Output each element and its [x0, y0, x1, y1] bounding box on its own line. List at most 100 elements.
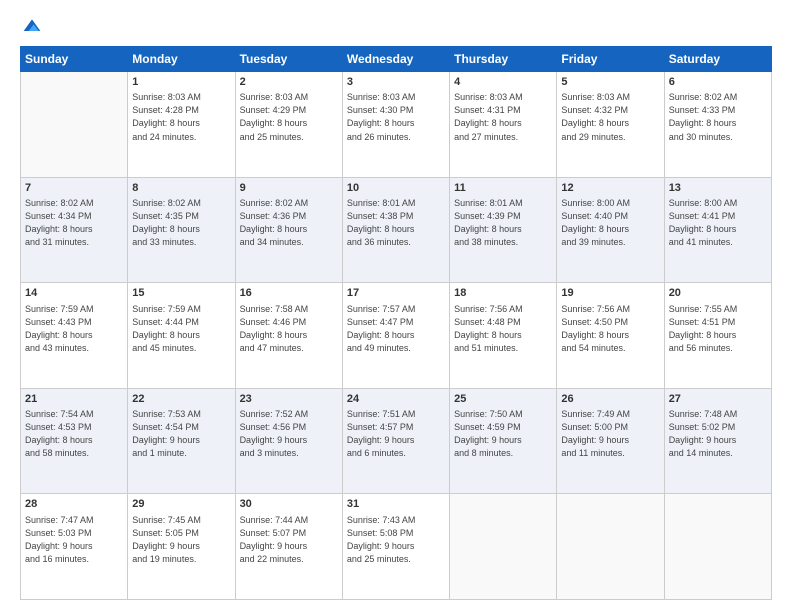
day-number: 24: [347, 392, 445, 407]
day-number: 16: [240, 286, 338, 301]
calendar-day-cell: 27Sunrise: 7:48 AM Sunset: 5:02 PM Dayli…: [664, 388, 771, 494]
calendar-day-cell: 28 Sunrise: 7:47 AM Sunset: 5:03 PM Dayli…: [21, 494, 128, 600]
calendar-day-cell: 20 Sunrise: 7:55 AM Sunset: 4:51 PM Dayli…: [664, 283, 771, 389]
calendar-day-cell: 6Sunrise: 8:02 AM Sunset: 4:33 PM Daylig…: [664, 72, 771, 178]
day-info: Sunrise: 8:02 AM Sunset: 4:34 PM Dayligh…: [25, 197, 123, 249]
day-number: 10: [347, 181, 445, 196]
page: SundayMondayTuesdayWednesdayThursdayFrid…: [0, 0, 792, 612]
calendar-day-cell: 3Sunrise: 8:03 AM Sunset: 4:30 PM Daylig…: [342, 72, 449, 178]
day-header-tuesday: Tuesday: [235, 47, 342, 72]
day-info: Sunrise: 7:48 AM Sunset: 5:02 PM Dayligh…: [669, 408, 767, 460]
calendar-day-cell: 12Sunrise: 8:00 AM Sunset: 4:40 PM Dayli…: [557, 177, 664, 283]
calendar-day-cell: 17 Sunrise: 7:57 AM Sunset: 4:47 PM Dayli…: [342, 283, 449, 389]
calendar-day-cell: 14 Sunrise: 7:59 AM Sunset: 4:43 PM Dayli…: [21, 283, 128, 389]
day-info: Sunrise: 7:44 AM Sunset: 5:07 PM Dayligh…: [240, 514, 338, 566]
day-number: 25: [454, 392, 552, 407]
day-info: Sunrise: 7:56 AM Sunset: 4:50 PM Dayligh…: [561, 303, 659, 355]
calendar-day-cell: 13Sunrise: 8:00 AM Sunset: 4:41 PM Dayli…: [664, 177, 771, 283]
logo: [20, 16, 42, 36]
day-number: 14: [25, 286, 123, 301]
calendar-day-cell: 7Sunrise: 8:02 AM Sunset: 4:34 PM Daylig…: [21, 177, 128, 283]
day-number: 12: [561, 181, 659, 196]
calendar-week-row: 28 Sunrise: 7:47 AM Sunset: 5:03 PM Dayli…: [21, 494, 772, 600]
day-number: 20: [669, 286, 767, 301]
calendar-day-cell: 2Sunrise: 8:03 AM Sunset: 4:29 PM Daylig…: [235, 72, 342, 178]
day-info: Sunrise: 7:47 AM Sunset: 5:03 PM Dayligh…: [25, 514, 123, 566]
day-info: Sunrise: 7:54 AM Sunset: 4:53 PM Dayligh…: [25, 408, 123, 460]
calendar-day-cell: 25Sunrise: 7:50 AM Sunset: 4:59 PM Dayli…: [450, 388, 557, 494]
calendar-day-cell: 1Sunrise: 8:03 AM Sunset: 4:28 PM Daylig…: [128, 72, 235, 178]
calendar-day-cell: 30 Sunrise: 7:44 AM Sunset: 5:07 PM Dayli…: [235, 494, 342, 600]
day-header-friday: Friday: [557, 47, 664, 72]
calendar-day-cell: 24Sunrise: 7:51 AM Sunset: 4:57 PM Dayli…: [342, 388, 449, 494]
day-number: 17: [347, 286, 445, 301]
calendar-week-row: 1Sunrise: 8:03 AM Sunset: 4:28 PM Daylig…: [21, 72, 772, 178]
day-info: Sunrise: 7:59 AM Sunset: 4:43 PM Dayligh…: [25, 303, 123, 355]
day-info: Sunrise: 7:50 AM Sunset: 4:59 PM Dayligh…: [454, 408, 552, 460]
calendar-day-cell: 4Sunrise: 8:03 AM Sunset: 4:31 PM Daylig…: [450, 72, 557, 178]
day-info: Sunrise: 7:51 AM Sunset: 4:57 PM Dayligh…: [347, 408, 445, 460]
day-info: Sunrise: 7:49 AM Sunset: 5:00 PM Dayligh…: [561, 408, 659, 460]
calendar-day-cell: 18Sunrise: 7:56 AM Sunset: 4:48 PM Dayli…: [450, 283, 557, 389]
day-info: Sunrise: 8:03 AM Sunset: 4:30 PM Dayligh…: [347, 91, 445, 143]
day-number: 15: [132, 286, 230, 301]
day-number: 1: [132, 75, 230, 90]
day-header-monday: Monday: [128, 47, 235, 72]
calendar-week-row: 7Sunrise: 8:02 AM Sunset: 4:34 PM Daylig…: [21, 177, 772, 283]
day-number: 28: [25, 497, 123, 512]
calendar-day-cell: 22Sunrise: 7:53 AM Sunset: 4:54 PM Dayli…: [128, 388, 235, 494]
calendar-day-cell: [21, 72, 128, 178]
day-number: 5: [561, 75, 659, 90]
day-info: Sunrise: 7:52 AM Sunset: 4:56 PM Dayligh…: [240, 408, 338, 460]
calendar-day-cell: 26Sunrise: 7:49 AM Sunset: 5:00 PM Dayli…: [557, 388, 664, 494]
day-info: Sunrise: 8:02 AM Sunset: 4:35 PM Dayligh…: [132, 197, 230, 249]
day-number: 4: [454, 75, 552, 90]
calendar-day-cell: 29 Sunrise: 7:45 AM Sunset: 5:05 PM Dayli…: [128, 494, 235, 600]
day-info: Sunrise: 7:53 AM Sunset: 4:54 PM Dayligh…: [132, 408, 230, 460]
day-info: Sunrise: 7:56 AM Sunset: 4:48 PM Dayligh…: [454, 303, 552, 355]
day-number: 27: [669, 392, 767, 407]
calendar-day-cell: 31 Sunrise: 7:43 AM Sunset: 5:08 PM Dayli…: [342, 494, 449, 600]
day-info: Sunrise: 8:02 AM Sunset: 4:36 PM Dayligh…: [240, 197, 338, 249]
day-number: 22: [132, 392, 230, 407]
day-number: 7: [25, 181, 123, 196]
calendar-header-row: SundayMondayTuesdayWednesdayThursdayFrid…: [21, 47, 772, 72]
day-number: 11: [454, 181, 552, 196]
logo-icon: [22, 16, 42, 36]
calendar-week-row: 14 Sunrise: 7:59 AM Sunset: 4:43 PM Dayli…: [21, 283, 772, 389]
day-info: Sunrise: 8:03 AM Sunset: 4:29 PM Dayligh…: [240, 91, 338, 143]
day-number: 29: [132, 497, 230, 512]
day-info: Sunrise: 8:01 AM Sunset: 4:39 PM Dayligh…: [454, 197, 552, 249]
day-number: 3: [347, 75, 445, 90]
day-info: Sunrise: 7:43 AM Sunset: 5:08 PM Dayligh…: [347, 514, 445, 566]
day-number: 9: [240, 181, 338, 196]
calendar-day-cell: 16 Sunrise: 7:58 AM Sunset: 4:46 PM Dayli…: [235, 283, 342, 389]
day-info: Sunrise: 7:55 AM Sunset: 4:51 PM Dayligh…: [669, 303, 767, 355]
day-info: Sunrise: 8:02 AM Sunset: 4:33 PM Dayligh…: [669, 91, 767, 143]
day-info: Sunrise: 8:03 AM Sunset: 4:28 PM Dayligh…: [132, 91, 230, 143]
day-info: Sunrise: 7:57 AM Sunset: 4:47 PM Dayligh…: [347, 303, 445, 355]
calendar-day-cell: [664, 494, 771, 600]
day-number: 30: [240, 497, 338, 512]
day-number: 19: [561, 286, 659, 301]
day-info: Sunrise: 7:59 AM Sunset: 4:44 PM Dayligh…: [132, 303, 230, 355]
day-info: Sunrise: 8:00 AM Sunset: 4:40 PM Dayligh…: [561, 197, 659, 249]
calendar-day-cell: [450, 494, 557, 600]
day-number: 6: [669, 75, 767, 90]
day-header-wednesday: Wednesday: [342, 47, 449, 72]
day-info: Sunrise: 8:00 AM Sunset: 4:41 PM Dayligh…: [669, 197, 767, 249]
calendar-day-cell: 9Sunrise: 8:02 AM Sunset: 4:36 PM Daylig…: [235, 177, 342, 283]
day-info: Sunrise: 7:58 AM Sunset: 4:46 PM Dayligh…: [240, 303, 338, 355]
day-number: 8: [132, 181, 230, 196]
header: [20, 16, 772, 36]
calendar-week-row: 21Sunrise: 7:54 AM Sunset: 4:53 PM Dayli…: [21, 388, 772, 494]
day-info: Sunrise: 8:03 AM Sunset: 4:31 PM Dayligh…: [454, 91, 552, 143]
calendar-day-cell: 10Sunrise: 8:01 AM Sunset: 4:38 PM Dayli…: [342, 177, 449, 283]
day-header-saturday: Saturday: [664, 47, 771, 72]
day-number: 21: [25, 392, 123, 407]
day-number: 13: [669, 181, 767, 196]
day-number: 31: [347, 497, 445, 512]
day-info: Sunrise: 7:45 AM Sunset: 5:05 PM Dayligh…: [132, 514, 230, 566]
calendar-day-cell: 8Sunrise: 8:02 AM Sunset: 4:35 PM Daylig…: [128, 177, 235, 283]
day-info: Sunrise: 8:01 AM Sunset: 4:38 PM Dayligh…: [347, 197, 445, 249]
